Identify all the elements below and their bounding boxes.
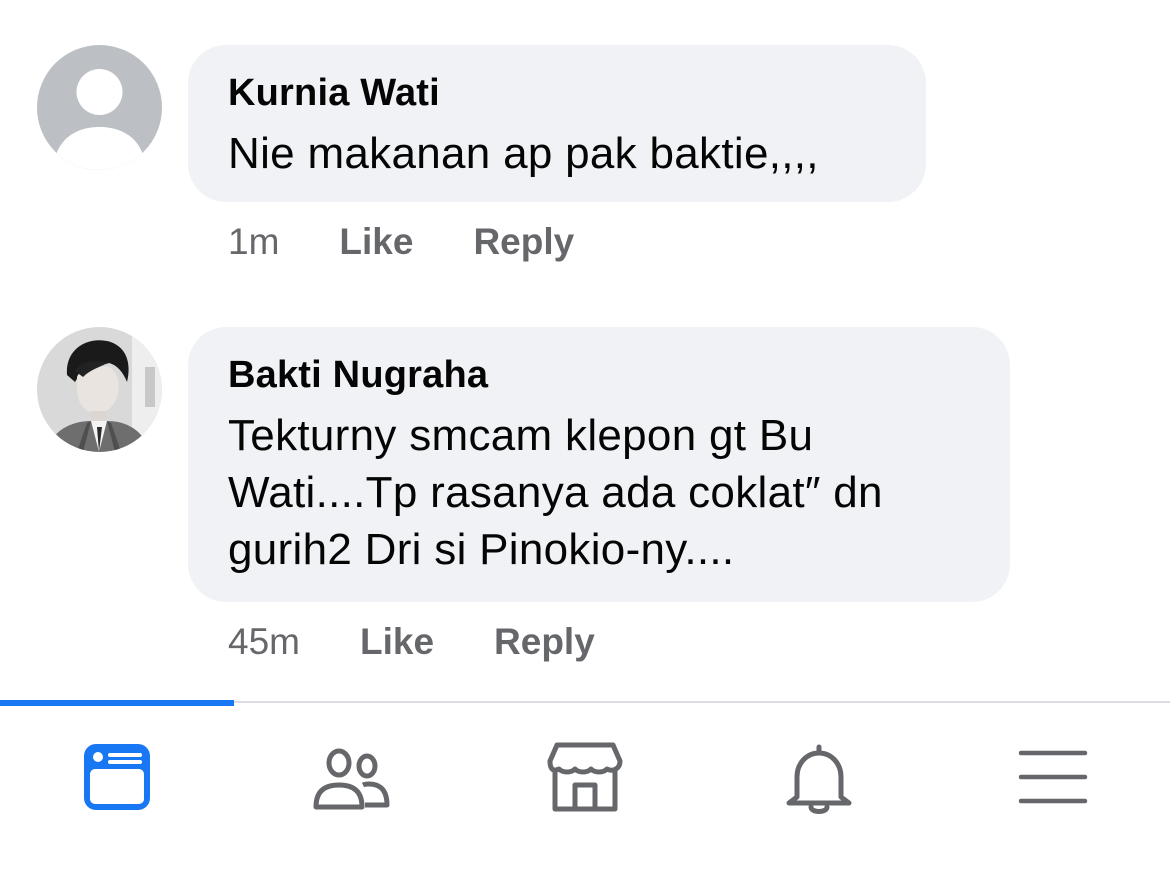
- default-avatar-icon: [37, 45, 162, 170]
- like-button[interactable]: Like: [360, 620, 434, 664]
- friends-icon: [313, 748, 390, 810]
- comment-author[interactable]: Kurnia Wati: [228, 71, 886, 115]
- news-feed-icon: [84, 744, 150, 810]
- comment-timestamp[interactable]: 1m: [228, 220, 279, 264]
- marketplace-icon: [547, 742, 623, 812]
- menu-icon: [1018, 750, 1088, 804]
- comment-author[interactable]: Bakti Nugraha: [228, 353, 970, 397]
- comment-actions: 1m Like Reply: [228, 220, 574, 264]
- reply-button[interactable]: Reply: [494, 620, 595, 664]
- reply-button[interactable]: Reply: [473, 220, 574, 264]
- profile-photo: [37, 327, 162, 452]
- tab-feed[interactable]: [0, 703, 234, 869]
- avatar[interactable]: [37, 45, 162, 170]
- tab-menu[interactable]: [936, 703, 1170, 869]
- bell-icon: [786, 744, 852, 814]
- comment-bubble[interactable]: Bakti Nugraha Tekturny smcam klepon gt B…: [188, 327, 1010, 602]
- bottom-tab-bar: [0, 700, 1170, 869]
- comment-timestamp[interactable]: 45m: [228, 620, 300, 664]
- comment-bubble[interactable]: Kurnia Wati Nie makanan ap pak baktie,,,…: [188, 45, 926, 202]
- avatar[interactable]: [37, 327, 162, 452]
- tab-notifications[interactable]: [702, 703, 936, 869]
- tab-friends[interactable]: [234, 703, 468, 869]
- comment-text: Tekturny smcam klepon gt Bu Wati....Tp r…: [228, 411, 883, 574]
- tab-marketplace[interactable]: [468, 703, 702, 869]
- comment-text: Nie makanan ap pak baktie,,,,: [228, 129, 819, 178]
- comment-actions: 45m Like Reply: [228, 620, 595, 664]
- like-button[interactable]: Like: [339, 220, 413, 264]
